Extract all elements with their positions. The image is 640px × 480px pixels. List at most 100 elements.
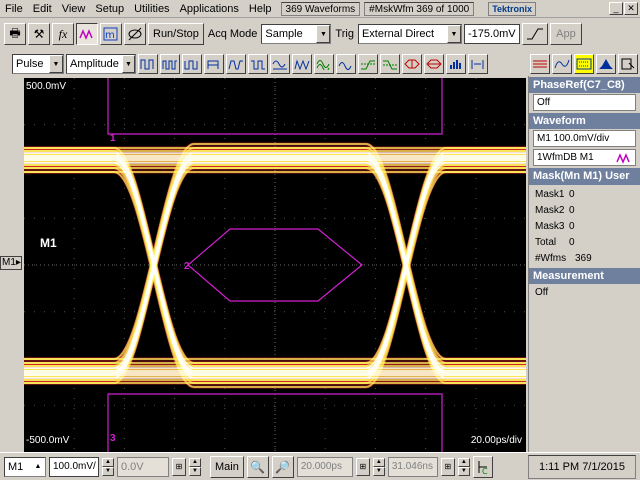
menu-view[interactable]: View (57, 1, 91, 17)
top-level-label: 500.0mV (26, 81, 67, 92)
meas-mean-icon[interactable] (292, 54, 312, 74)
meas-eye-height-icon[interactable] (402, 54, 422, 74)
menu-file[interactable]: File (0, 1, 28, 17)
svg-text:m: m (105, 30, 115, 41)
tools-icon[interactable]: ⚒ (28, 23, 50, 45)
m1-trace-label: M1 (40, 236, 57, 250)
channel-select[interactable]: M1 ▲ (4, 456, 46, 477)
waveform-header[interactable]: Waveform (529, 113, 640, 129)
meas-cycle-icon[interactable] (336, 54, 356, 74)
meas-rise-icon[interactable] (358, 54, 378, 74)
menu-utilities[interactable]: Utilities (129, 1, 174, 17)
horizontal-position-spinner[interactable]: ▲ ▼ (457, 457, 470, 476)
mask-result-value: 0 (569, 189, 575, 200)
menu-edit[interactable]: Edit (28, 1, 57, 17)
meas-histogram-icon[interactable] (446, 54, 466, 74)
meas-amplitude-icon[interactable] (248, 54, 268, 74)
mask-result-key: Total (535, 237, 557, 248)
minimize-icon[interactable]: _ (609, 2, 623, 15)
main-timebase-button[interactable]: Main (210, 455, 244, 478)
phaseref-value[interactable]: Off (533, 94, 636, 111)
meas-fall-icon[interactable] (380, 54, 400, 74)
horiz-pos-spinner-icon[interactable]: ⊞ (440, 457, 455, 476)
timebase-label: 20.00ps/div (470, 435, 522, 446)
menu-setup[interactable]: Setup (90, 1, 129, 17)
measurement-value: Off (535, 287, 549, 298)
meas-pulse-width-icon[interactable] (204, 54, 224, 74)
run-stop-button[interactable]: Run/Stop (148, 23, 204, 45)
mask2-label: 2 (184, 261, 190, 272)
main-toolbar: 🖶 ⚒ fx m Run/Stop Acq Mode Sample ▼ Trig… (0, 20, 640, 48)
meas-frequency-icon[interactable] (270, 54, 290, 74)
cursor-icon[interactable]: m (100, 23, 122, 45)
window-controls: _ ✕ (609, 2, 638, 15)
chevron-down-icon: ▼ (446, 25, 461, 43)
clock-display: 1:11 PM 7/1/2015 (528, 454, 636, 479)
waveform-display-icon[interactable] (76, 23, 98, 45)
horizontal-scale-input[interactable]: 20.000ps (296, 456, 353, 477)
measurement-toolbar: Pulse ▼ Amplitude ▼ (0, 52, 528, 76)
meas-gate-icon[interactable] (468, 54, 488, 74)
mask-view-icon[interactable] (574, 54, 594, 74)
offset-spinner[interactable]: ▲ ▼ (189, 457, 201, 476)
mask-header[interactable]: Mask(Mn M1) User (529, 168, 640, 185)
math-fx-icon[interactable]: fx (52, 23, 74, 45)
m1-ground-marker[interactable]: M1▸ (0, 256, 22, 270)
apply-button[interactable]: App (549, 23, 582, 45)
waveform-db-label: 1WfmDB M1 (537, 151, 594, 163)
horizontal-scale-spinner[interactable]: ▲ ▼ (372, 457, 385, 476)
measurement-header[interactable]: Measurement (529, 268, 640, 284)
zoom-in-icon[interactable]: 🔍 (246, 455, 269, 478)
meas-period-icon[interactable] (226, 54, 246, 74)
trigger-level-input[interactable]: -175.0mV (463, 24, 520, 44)
menu-help[interactable]: Help (244, 1, 277, 17)
offset-spinner-icon[interactable]: ⊞ (172, 457, 186, 476)
waveform-view-icon[interactable] (530, 54, 550, 74)
zoom-out-icon[interactable]: 🔎 (271, 455, 294, 478)
waveform-graticule[interactable]: 500.0mV -500.0mV 20.00ps/div 1 2 3 M1 (24, 78, 526, 452)
waveform-scale-value[interactable]: M1 100.0mV/div (533, 130, 636, 147)
mask-results-list: Mask1 0 Mask2 0 Mask3 0 Total 0 #Wfms 369 (529, 185, 640, 267)
menu-applications[interactable]: Applications (175, 1, 244, 17)
eye-trace-edge (24, 152, 526, 369)
meas-pulse-low-icon[interactable] (182, 54, 202, 74)
chevron-down-icon: ▼ (316, 25, 331, 43)
bottom-level-label: -500.0mV (26, 435, 70, 446)
phaseref-header[interactable]: PhaseRef(C7_C8) (529, 77, 640, 93)
eye-trace-edge (24, 163, 526, 382)
mask1-label: 1 (110, 133, 116, 144)
vertical-offset-input[interactable]: 0.0V (117, 456, 169, 477)
vertical-scale-input[interactable]: 100.0mV/ (49, 456, 99, 477)
trigger-status-icon[interactable]: C (472, 455, 493, 478)
acq-mode-label: Acq Mode (207, 28, 258, 40)
measurement-view-icon[interactable] (618, 54, 638, 74)
horizontal-position-input[interactable]: 31.046ns (387, 456, 438, 477)
mask-result-key: Mask3 (535, 221, 565, 232)
histogram-view-icon[interactable] (596, 54, 616, 74)
horiz-scale-spinner-icon[interactable]: ⊞ (355, 457, 370, 476)
view-toolbar (528, 52, 640, 76)
vertical-scale-spinner[interactable]: ▲ ▼ (102, 457, 114, 476)
mask-result-key: #Wfms (535, 253, 567, 264)
mask-result-row: Mask1 0 (529, 187, 640, 203)
meas-rms-icon[interactable] (314, 54, 334, 74)
mask-result-value: 0 (569, 205, 575, 216)
eye-trace-edge (24, 164, 526, 381)
meas-pulse-train-icon[interactable] (160, 54, 180, 74)
waveform-db-value[interactable]: 1WfmDB M1 (533, 149, 636, 166)
trigger-source-select[interactable]: External Direct ▼ (357, 24, 462, 44)
vertical-view-icon[interactable] (552, 54, 572, 74)
meas-source-select[interactable]: Pulse ▼ (12, 54, 64, 74)
print-icon[interactable]: 🖶 (4, 23, 26, 45)
trigger-slope-icon[interactable] (521, 23, 548, 45)
acq-mode-select[interactable]: Sample ▼ (261, 24, 332, 44)
meas-eye-width-icon[interactable] (424, 54, 444, 74)
chevron-down-icon: ▼ (121, 55, 135, 73)
meas-type-select[interactable]: Amplitude ▼ (66, 54, 136, 74)
autoset-icon[interactable] (124, 23, 146, 45)
meas-pulse-high-icon[interactable] (138, 54, 158, 74)
mask-result-key: Mask2 (535, 205, 565, 216)
brand-logo: Tektronix (488, 1, 537, 16)
close-icon[interactable]: ✕ (624, 2, 638, 15)
trig-label: Trig (335, 28, 354, 40)
